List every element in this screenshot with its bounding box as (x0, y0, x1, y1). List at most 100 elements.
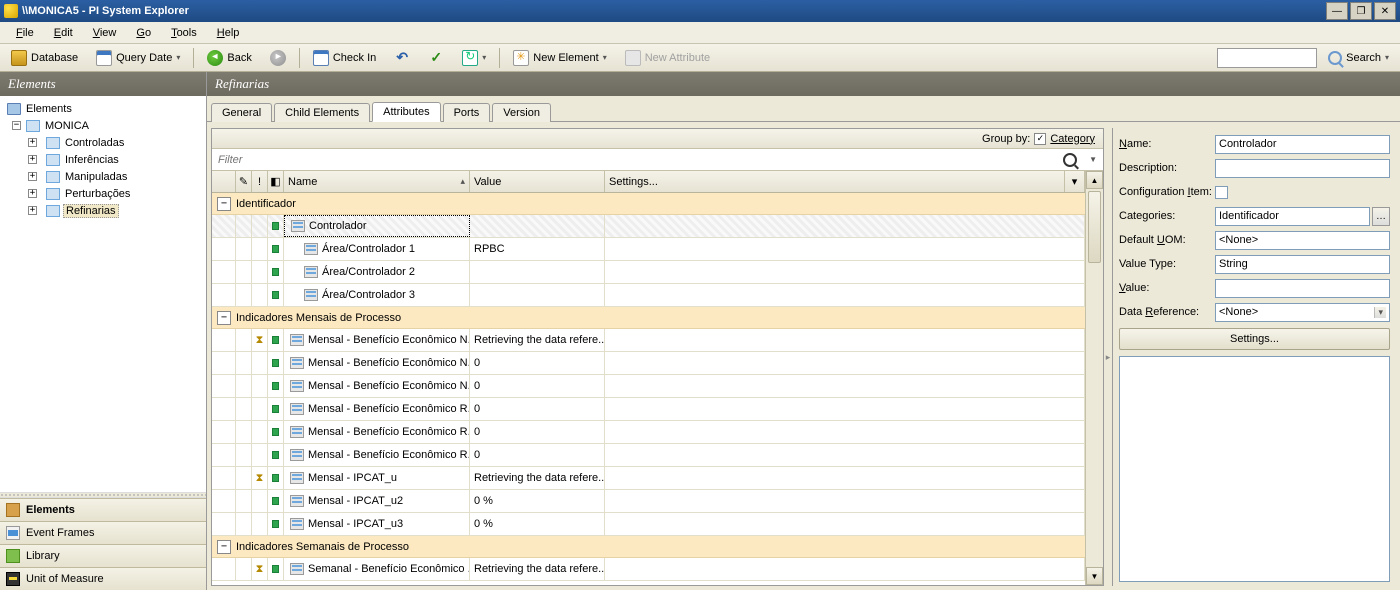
menu-file[interactable]: File (6, 22, 44, 43)
prop-name-input[interactable]: Controlador (1215, 135, 1390, 154)
scroll-up-button[interactable]: ▲ (1086, 171, 1103, 189)
prop-val-input[interactable] (1215, 279, 1390, 298)
col-icon-edit[interactable]: ✎ (236, 171, 252, 192)
col-icon-flag[interactable]: ! (252, 171, 268, 192)
pin-icon (272, 382, 279, 390)
pin-icon (272, 565, 279, 573)
tab-version[interactable]: Version (492, 103, 551, 122)
filter-search-icon[interactable] (1063, 153, 1077, 167)
database-button[interactable]: Database (4, 47, 85, 69)
close-button[interactable]: ✕ (1374, 2, 1396, 20)
group-toggle-icon[interactable]: − (217, 540, 231, 554)
group-by-checkbox[interactable]: ✓ (1034, 133, 1046, 145)
checkin-button[interactable]: Check In (306, 47, 383, 69)
prop-cfg-checkbox[interactable] (1215, 186, 1228, 199)
prop-vt-input[interactable]: String (1215, 255, 1390, 274)
undo-button[interactable]: ↶ (387, 47, 417, 69)
attribute-row[interactable]: ⧗Mensal - IPCAT_uRetrieving the data ref… (212, 467, 1085, 490)
group-toggle-icon[interactable]: − (217, 197, 231, 211)
apply-button[interactable]: ✓ (421, 47, 451, 69)
col-name[interactable]: Name (284, 171, 470, 192)
back-button[interactable]: Back (200, 47, 258, 69)
attribute-row[interactable]: Controlador (212, 215, 1085, 238)
tab-general[interactable]: General (211, 103, 272, 122)
attribute-icon (290, 495, 304, 507)
hourglass-icon: ⧗ (256, 334, 264, 347)
attribute-row[interactable]: Mensal - Benefício Econômico R...0 (212, 398, 1085, 421)
tree-node-monica[interactable]: −MONICA (2, 117, 204, 134)
forward-button[interactable] (263, 47, 293, 69)
attribute-icon (290, 449, 304, 461)
refresh-button[interactable] (455, 47, 493, 69)
nav-uom[interactable]: Unit of Measure (0, 567, 206, 590)
attribute-icon (290, 403, 304, 415)
tab-ports[interactable]: Ports (443, 103, 491, 122)
attribute-row[interactable]: ⧗Semanal - Benefício Econômico ...Retrie… (212, 558, 1085, 581)
group-row[interactable]: −Identificador (212, 193, 1085, 215)
attribute-row[interactable]: Área/Controlador 2 (212, 261, 1085, 284)
query-date-button[interactable]: Query Date (89, 47, 187, 69)
menu-tools[interactable]: Tools (161, 22, 207, 43)
group-row[interactable]: −Indicadores Semanais de Processo (212, 536, 1085, 558)
tree-node-refinarias[interactable]: +Refinarias (2, 202, 204, 219)
check-icon: ✓ (428, 50, 444, 66)
prop-val-label: Value: (1119, 282, 1215, 294)
group-by-category-link[interactable]: Category (1050, 133, 1095, 145)
tree-node-manipuladas[interactable]: +Manipuladas (2, 168, 204, 185)
prop-desc-input[interactable] (1215, 159, 1390, 178)
prop-cat-input[interactable]: Identificador (1215, 207, 1370, 226)
scroll-down-button[interactable]: ▼ (1086, 567, 1103, 585)
attribute-row[interactable]: Mensal - Benefício Econômico R...0 (212, 444, 1085, 467)
attribute-row[interactable]: ⧗Mensal - Benefício Econômico N...Retrie… (212, 329, 1085, 352)
nav-library[interactable]: Library (0, 544, 206, 567)
attribute-row[interactable]: Área/Controlador 1RPBC (212, 238, 1085, 261)
col-settings[interactable]: Settings... (605, 171, 1065, 192)
scroll-thumb[interactable] (1086, 189, 1103, 567)
prop-name-label: Name: (1119, 138, 1215, 150)
nav-elements[interactable]: Elements (0, 498, 206, 521)
filter-dropdown-icon[interactable]: ▼ (1089, 155, 1097, 164)
menu-edit[interactable]: Edit (44, 22, 83, 43)
title-bar: \\MONICA5 - PI System Explorer — ❐ ✕ (0, 0, 1400, 22)
attribute-row[interactable]: Área/Controlador 3 (212, 284, 1085, 307)
tree-root[interactable]: Elements (2, 100, 204, 117)
prop-cat-browse-button[interactable]: … (1372, 207, 1390, 226)
maximize-button[interactable]: ❐ (1350, 2, 1372, 20)
menu-help[interactable]: Help (207, 22, 250, 43)
nav-event-frames[interactable]: Event Frames (0, 521, 206, 544)
prop-dr-select[interactable]: <None> (1215, 303, 1390, 322)
right-pane-header: Refinarias (207, 72, 1400, 96)
col-marker[interactable] (212, 171, 236, 192)
attribute-row[interactable]: Mensal - Benefício Econômico N...0 (212, 375, 1085, 398)
new-attribute-button[interactable]: New Attribute (618, 47, 717, 69)
prop-settings-button[interactable]: Settings... (1119, 328, 1390, 350)
tab-attributes[interactable]: Attributes (372, 102, 440, 122)
attribute-value (470, 215, 605, 237)
col-icon-pin[interactable]: ◧ (268, 171, 284, 192)
tree-node-inferencias[interactable]: +Inferências (2, 151, 204, 168)
menu-view[interactable]: View (83, 22, 127, 43)
toolbar-search-input[interactable] (1217, 48, 1317, 68)
attribute-row[interactable]: Mensal - IPCAT_u30 % (212, 513, 1085, 536)
menu-go[interactable]: Go (126, 22, 161, 43)
col-options[interactable]: ▾ (1065, 171, 1085, 192)
group-toggle-icon[interactable]: − (217, 311, 231, 325)
property-splitter[interactable]: ▸ (1104, 128, 1112, 586)
col-value[interactable]: Value (470, 171, 605, 192)
filter-input[interactable] (212, 152, 1063, 168)
attribute-row[interactable]: Mensal - Benefício Econômico N...0 (212, 352, 1085, 375)
tree-node-perturbacoes[interactable]: +Perturbações (2, 185, 204, 202)
prop-settings-text[interactable] (1119, 356, 1390, 582)
prop-uom-input[interactable]: <None> (1215, 231, 1390, 250)
element-tree[interactable]: Elements −MONICA +Controladas +Inferênci… (0, 96, 206, 492)
attribute-row[interactable]: Mensal - Benefício Econômico R...0 (212, 421, 1085, 444)
group-row[interactable]: −Indicadores Mensais de Processo (212, 307, 1085, 329)
minimize-button[interactable]: — (1326, 2, 1348, 20)
grid-scrollbar[interactable]: ▲ ▼ (1085, 171, 1103, 585)
tree-node-controladas[interactable]: +Controladas (2, 134, 204, 151)
tab-child-elements[interactable]: Child Elements (274, 103, 370, 122)
attribute-icon (304, 266, 318, 278)
search-button[interactable]: Search (1321, 48, 1396, 68)
attribute-row[interactable]: Mensal - IPCAT_u20 % (212, 490, 1085, 513)
new-element-button[interactable]: New Element (506, 47, 613, 69)
